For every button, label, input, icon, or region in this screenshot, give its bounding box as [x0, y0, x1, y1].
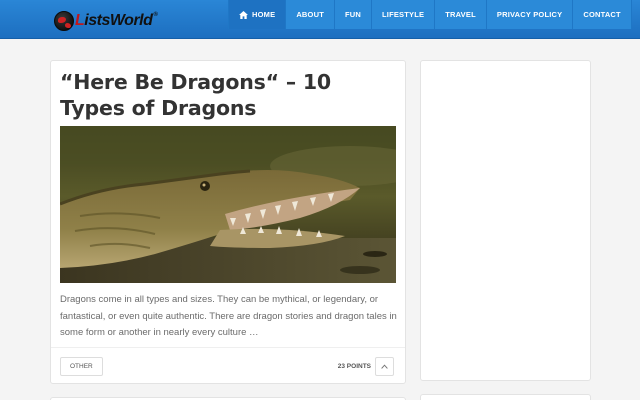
- article-title[interactable]: “Here Be Dragons“ – 10 Types of Dragons: [60, 69, 400, 121]
- article-image[interactable]: [60, 126, 396, 283]
- crocodile-image: [60, 126, 396, 283]
- main-nav: HOME ABOUT FUN LIFESTYLE TRAVEL PRIVACY …: [228, 0, 632, 29]
- site-header: ListsWorld® HOME ABOUT FUN LIFESTYLE TRA…: [0, 0, 640, 39]
- article-card: “Here Be Dragons“ – 10 Types of Dragons: [50, 60, 406, 384]
- globe-icon: [54, 11, 74, 31]
- article-excerpt: Dragons come in all types and sizes. The…: [60, 294, 397, 338]
- chevron-up-icon: [381, 364, 388, 369]
- nav-item-privacy-policy[interactable]: PRIVACY POLICY: [486, 0, 574, 29]
- sidebar-widget-2: [420, 394, 591, 400]
- nav-item-label: TRAVEL: [445, 10, 476, 19]
- nav-item-label: PRIVACY POLICY: [496, 10, 563, 19]
- nav-item-contact[interactable]: CONTACT: [573, 0, 632, 29]
- nav-item-label: HOME: [252, 10, 276, 19]
- nav-item-label: CONTACT: [583, 10, 621, 19]
- nav-item-travel[interactable]: TRAVEL: [435, 0, 487, 29]
- article-footer: OTHER 23 POINTS: [51, 347, 405, 384]
- nav-item-label: LIFESTYLE: [382, 10, 425, 19]
- nav-item-label: FUN: [344, 10, 361, 19]
- nav-item-lifestyle[interactable]: LIFESTYLE: [372, 0, 436, 29]
- sidebar-widget: [420, 60, 591, 381]
- points-count: 23 POINTS: [337, 363, 371, 370]
- nav-item-fun[interactable]: FUN: [334, 0, 372, 29]
- nav-item-label: ABOUT: [296, 10, 324, 19]
- upvote-button[interactable]: [375, 357, 394, 376]
- category-tag-button[interactable]: OTHER: [60, 357, 103, 376]
- logo-text: ListsWorld®: [75, 12, 158, 29]
- nav-item-about[interactable]: ABOUT: [286, 0, 335, 29]
- site-logo[interactable]: ListsWorld®: [54, 9, 158, 33]
- home-icon: [239, 10, 248, 19]
- nav-item-home[interactable]: HOME: [228, 0, 287, 29]
